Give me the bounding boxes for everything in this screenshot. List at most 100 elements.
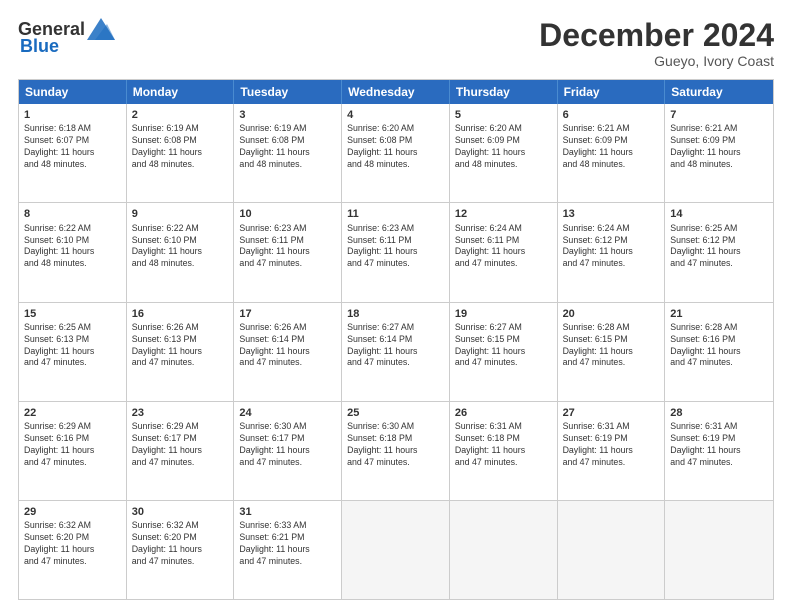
- table-row: 28Sunrise: 6:31 AM Sunset: 6:19 PM Dayli…: [665, 402, 773, 500]
- table-row: 23Sunrise: 6:29 AM Sunset: 6:17 PM Dayli…: [127, 402, 235, 500]
- header-sunday: Sunday: [19, 80, 127, 104]
- day-number: 10: [239, 207, 336, 221]
- day-number: 15: [24, 307, 121, 321]
- day-number: 5: [455, 108, 552, 122]
- cell-info: Sunrise: 6:28 AM Sunset: 6:15 PM Dayligh…: [563, 322, 660, 370]
- day-number: 3: [239, 108, 336, 122]
- month-title: December 2024: [539, 18, 774, 53]
- day-number: 16: [132, 307, 229, 321]
- cell-info: Sunrise: 6:18 AM Sunset: 6:07 PM Dayligh…: [24, 123, 121, 171]
- cell-info: Sunrise: 6:29 AM Sunset: 6:16 PM Dayligh…: [24, 421, 121, 469]
- title-block: December 2024 Gueyo, Ivory Coast: [539, 18, 774, 69]
- logo: General Blue: [18, 18, 115, 57]
- day-number: 31: [239, 505, 336, 519]
- table-row: 4Sunrise: 6:20 AM Sunset: 6:08 PM Daylig…: [342, 104, 450, 202]
- cell-info: Sunrise: 6:20 AM Sunset: 6:09 PM Dayligh…: [455, 123, 552, 171]
- table-row: [450, 501, 558, 599]
- calendar-row: 29Sunrise: 6:32 AM Sunset: 6:20 PM Dayli…: [19, 501, 773, 599]
- day-number: 19: [455, 307, 552, 321]
- header-monday: Monday: [127, 80, 235, 104]
- day-number: 11: [347, 207, 444, 221]
- day-number: 26: [455, 406, 552, 420]
- header-thursday: Thursday: [450, 80, 558, 104]
- day-number: 17: [239, 307, 336, 321]
- logo-blue-text: Blue: [20, 36, 59, 57]
- table-row: 1Sunrise: 6:18 AM Sunset: 6:07 PM Daylig…: [19, 104, 127, 202]
- cell-info: Sunrise: 6:26 AM Sunset: 6:13 PM Dayligh…: [132, 322, 229, 370]
- cell-info: Sunrise: 6:25 AM Sunset: 6:12 PM Dayligh…: [670, 223, 768, 271]
- header: General Blue December 2024 Gueyo, Ivory …: [18, 18, 774, 69]
- day-number: 2: [132, 108, 229, 122]
- cell-info: Sunrise: 6:19 AM Sunset: 6:08 PM Dayligh…: [132, 123, 229, 171]
- table-row: 18Sunrise: 6:27 AM Sunset: 6:14 PM Dayli…: [342, 303, 450, 401]
- cell-info: Sunrise: 6:23 AM Sunset: 6:11 PM Dayligh…: [347, 223, 444, 271]
- table-row: 10 Sunrise: 6:23 AM Sunset: 6:11 PM Dayli…: [234, 203, 342, 301]
- header-tuesday: Tuesday: [234, 80, 342, 104]
- table-row: 2Sunrise: 6:19 AM Sunset: 6:08 PM Daylig…: [127, 104, 235, 202]
- cell-info: Sunrise: 6:21 AM Sunset: 6:09 PM Dayligh…: [670, 123, 768, 171]
- day-number: 4: [347, 108, 444, 122]
- cell-info: Sunrise: 6:20 AM Sunset: 6:08 PM Dayligh…: [347, 123, 444, 171]
- day-number: 25: [347, 406, 444, 420]
- day-number: 27: [563, 406, 660, 420]
- cell-info: Sunrise: 6:24 AM Sunset: 6:12 PM Dayligh…: [563, 223, 660, 271]
- day-number: 14: [670, 207, 768, 221]
- logo-icon: [87, 18, 115, 40]
- table-row: [342, 501, 450, 599]
- cell-info: Sunrise: 6:28 AM Sunset: 6:16 PM Dayligh…: [670, 322, 768, 370]
- header-wednesday: Wednesday: [342, 80, 450, 104]
- table-row: 19Sunrise: 6:27 AM Sunset: 6:15 PM Dayli…: [450, 303, 558, 401]
- table-row: 22Sunrise: 6:29 AM Sunset: 6:16 PM Dayli…: [19, 402, 127, 500]
- table-row: 31Sunrise: 6:33 AM Sunset: 6:21 PM Dayli…: [234, 501, 342, 599]
- day-number: 18: [347, 307, 444, 321]
- day-number: 30: [132, 505, 229, 519]
- day-number: 22: [24, 406, 121, 420]
- table-row: 21Sunrise: 6:28 AM Sunset: 6:16 PM Dayli…: [665, 303, 773, 401]
- table-row: 5Sunrise: 6:20 AM Sunset: 6:09 PM Daylig…: [450, 104, 558, 202]
- table-row: 20Sunrise: 6:28 AM Sunset: 6:15 PM Dayli…: [558, 303, 666, 401]
- cell-info: Sunrise: 6:30 AM Sunset: 6:18 PM Dayligh…: [347, 421, 444, 469]
- table-row: 9Sunrise: 6:22 AM Sunset: 6:10 PM Daylig…: [127, 203, 235, 301]
- day-number: 6: [563, 108, 660, 122]
- table-row: 8Sunrise: 6:22 AM Sunset: 6:10 PM Daylig…: [19, 203, 127, 301]
- calendar-body: 1Sunrise: 6:18 AM Sunset: 6:07 PM Daylig…: [19, 104, 773, 599]
- cell-info: Sunrise: 6:32 AM Sunset: 6:20 PM Dayligh…: [24, 520, 121, 568]
- cell-info: Sunrise: 6:27 AM Sunset: 6:14 PM Dayligh…: [347, 322, 444, 370]
- table-row: 25Sunrise: 6:30 AM Sunset: 6:18 PM Dayli…: [342, 402, 450, 500]
- cell-info: Sunrise: 6:26 AM Sunset: 6:14 PM Dayligh…: [239, 322, 336, 370]
- calendar-row: 8Sunrise: 6:22 AM Sunset: 6:10 PM Daylig…: [19, 203, 773, 302]
- calendar-header: Sunday Monday Tuesday Wednesday Thursday…: [19, 80, 773, 104]
- cell-info: Sunrise: 6:22 AM Sunset: 6:10 PM Dayligh…: [24, 223, 121, 271]
- header-saturday: Saturday: [665, 80, 773, 104]
- cell-info: Sunrise: 6:29 AM Sunset: 6:17 PM Dayligh…: [132, 421, 229, 469]
- table-row: 24Sunrise: 6:30 AM Sunset: 6:17 PM Dayli…: [234, 402, 342, 500]
- table-row: 27Sunrise: 6:31 AM Sunset: 6:19 PM Dayli…: [558, 402, 666, 500]
- table-row: 16Sunrise: 6:26 AM Sunset: 6:13 PM Dayli…: [127, 303, 235, 401]
- table-row: 11 Sunrise: 6:23 AM Sunset: 6:11 PM Dayli…: [342, 203, 450, 301]
- calendar: Sunday Monday Tuesday Wednesday Thursday…: [18, 79, 774, 600]
- cell-info: Sunrise: 6:33 AM Sunset: 6:21 PM Dayligh…: [239, 520, 336, 568]
- cell-info: Sunrise: 6:19 AM Sunset: 6:08 PM Dayligh…: [239, 123, 336, 171]
- day-number: 9: [132, 207, 229, 221]
- location: Gueyo, Ivory Coast: [539, 53, 774, 69]
- table-row: 6Sunrise: 6:21 AM Sunset: 6:09 PM Daylig…: [558, 104, 666, 202]
- day-number: 23: [132, 406, 229, 420]
- cell-info: Sunrise: 6:30 AM Sunset: 6:17 PM Dayligh…: [239, 421, 336, 469]
- table-row: 26Sunrise: 6:31 AM Sunset: 6:18 PM Dayli…: [450, 402, 558, 500]
- cell-info: Sunrise: 6:23 AM Sunset: 6:11 PM Dayligh…: [239, 223, 336, 271]
- calendar-row: 22Sunrise: 6:29 AM Sunset: 6:16 PM Dayli…: [19, 402, 773, 501]
- day-number: 29: [24, 505, 121, 519]
- cell-info: Sunrise: 6:31 AM Sunset: 6:18 PM Dayligh…: [455, 421, 552, 469]
- table-row: 30Sunrise: 6:32 AM Sunset: 6:20 PM Dayli…: [127, 501, 235, 599]
- day-number: 28: [670, 406, 768, 420]
- day-number: 24: [239, 406, 336, 420]
- table-row: 17Sunrise: 6:26 AM Sunset: 6:14 PM Dayli…: [234, 303, 342, 401]
- cell-info: Sunrise: 6:27 AM Sunset: 6:15 PM Dayligh…: [455, 322, 552, 370]
- table-row: 3Sunrise: 6:19 AM Sunset: 6:08 PM Daylig…: [234, 104, 342, 202]
- cell-info: Sunrise: 6:31 AM Sunset: 6:19 PM Dayligh…: [670, 421, 768, 469]
- header-friday: Friday: [558, 80, 666, 104]
- table-row: 7Sunrise: 6:21 AM Sunset: 6:09 PM Daylig…: [665, 104, 773, 202]
- table-row: [665, 501, 773, 599]
- day-number: 7: [670, 108, 768, 122]
- cell-info: Sunrise: 6:25 AM Sunset: 6:13 PM Dayligh…: [24, 322, 121, 370]
